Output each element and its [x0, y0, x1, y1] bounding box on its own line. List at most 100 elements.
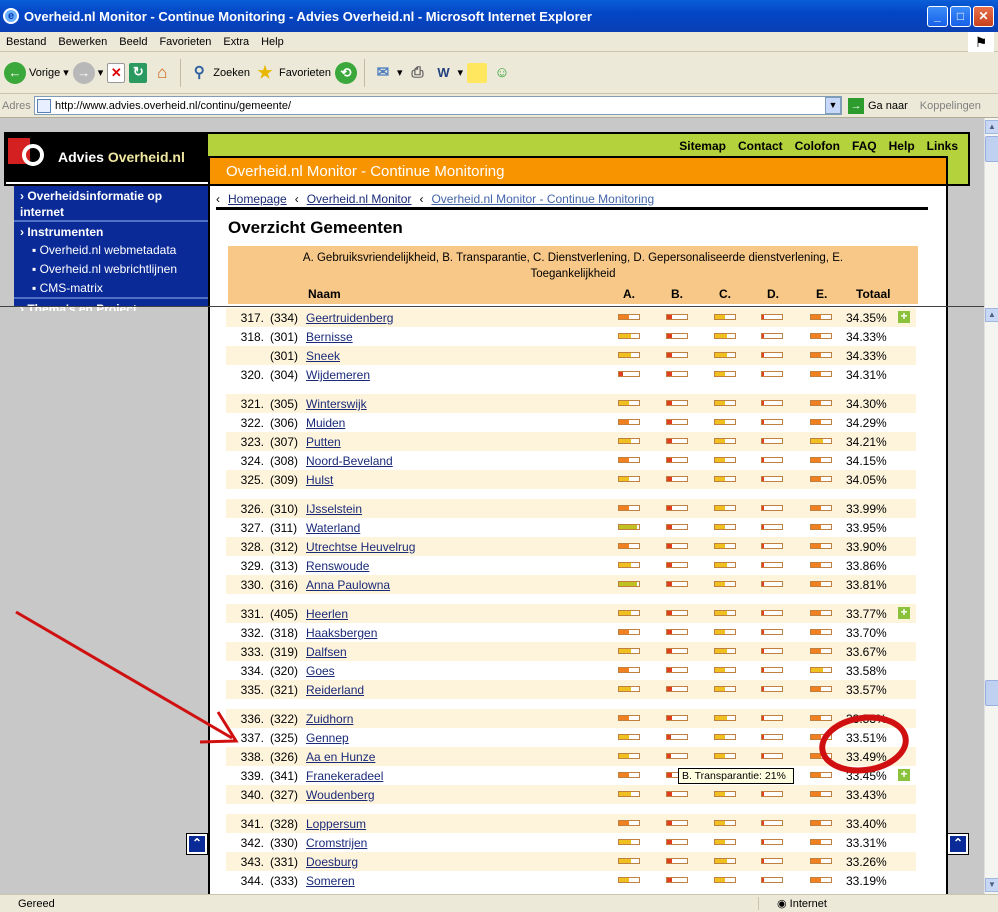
score-bar-e[interactable] — [810, 629, 832, 635]
score-bar-e[interactable] — [810, 333, 832, 339]
score-bar-e[interactable] — [810, 438, 832, 444]
sidebar-item-webrichtlijnen[interactable]: ▪ Overheid.nl webrichtlijnen — [14, 259, 208, 278]
row-municipality-link[interactable]: Someren — [306, 874, 355, 888]
score-bar-a[interactable] — [618, 371, 640, 377]
row-municipality-link[interactable]: Dalfsen — [306, 645, 347, 659]
row-municipality-link[interactable]: Franekeradeel — [306, 769, 383, 783]
score-bar-e[interactable] — [810, 667, 832, 673]
score-bar-b[interactable] — [666, 791, 688, 797]
score-bar-d[interactable] — [761, 648, 783, 654]
scroll-top-right-button[interactable]: ⌃ — [947, 833, 969, 855]
score-bar-b[interactable] — [666, 419, 688, 425]
score-bar-a[interactable] — [618, 581, 640, 587]
score-bar-e[interactable] — [810, 877, 832, 883]
scroll-up-icon[interactable]: ▲ — [985, 308, 998, 322]
history-button[interactable]: ⟲ — [334, 61, 357, 84]
score-bar-c[interactable] — [714, 476, 736, 482]
score-bar-e[interactable] — [810, 314, 832, 320]
scroll-down-icon[interactable]: ▼ — [985, 878, 998, 892]
row-municipality-link[interactable]: Goes — [306, 664, 335, 678]
score-bar-c[interactable] — [714, 877, 736, 883]
link-faq[interactable]: FAQ — [852, 139, 877, 153]
score-bar-b[interactable] — [666, 753, 688, 759]
score-bar-a[interactable] — [618, 476, 640, 482]
score-bar-b[interactable] — [666, 476, 688, 482]
score-bar-c[interactable] — [714, 419, 736, 425]
close-button[interactable]: ✕ — [973, 6, 994, 27]
score-bar-c[interactable] — [714, 438, 736, 444]
refresh-button[interactable]: ↻ — [129, 62, 148, 83]
breadcrumb-monitor[interactable]: Overheid.nl Monitor — [307, 192, 412, 206]
score-bar-c[interactable] — [714, 820, 736, 826]
score-bar-a[interactable] — [618, 820, 640, 826]
score-bar-e[interactable] — [810, 734, 832, 740]
score-bar-b[interactable] — [666, 610, 688, 616]
row-municipality-link[interactable]: Doesburg — [306, 855, 358, 869]
row-municipality-link[interactable]: Woudenberg — [306, 788, 375, 802]
score-bar-a[interactable] — [618, 772, 640, 778]
score-bar-d[interactable] — [761, 839, 783, 845]
expand-plus-icon[interactable]: + — [898, 768, 910, 781]
notes-button[interactable] — [467, 62, 488, 83]
row-municipality-link[interactable]: Zuidhorn — [306, 712, 353, 726]
score-bar-d[interactable] — [761, 371, 783, 377]
score-bar-a[interactable] — [618, 400, 640, 406]
row-municipality-link[interactable]: Wijdemeren — [306, 368, 370, 382]
row-municipality-link[interactable]: Bernisse — [306, 330, 353, 344]
score-bar-c[interactable] — [714, 629, 736, 635]
score-bar-b[interactable] — [666, 839, 688, 845]
row-municipality-link[interactable]: Sneek — [306, 349, 340, 363]
score-bar-c[interactable] — [714, 734, 736, 740]
row-municipality-link[interactable]: Putten — [306, 435, 341, 449]
mail-button[interactable]: ✉ ▾ — [372, 62, 403, 84]
score-bar-e[interactable] — [810, 772, 832, 778]
row-municipality-link[interactable]: Gennep — [306, 731, 349, 745]
score-bar-d[interactable] — [761, 524, 783, 530]
score-bar-d[interactable] — [761, 791, 783, 797]
expand-plus-icon[interactable]: + — [898, 310, 910, 323]
score-bar-e[interactable] — [810, 457, 832, 463]
score-bar-a[interactable] — [618, 648, 640, 654]
score-bar-c[interactable] — [714, 371, 736, 377]
score-bar-e[interactable] — [810, 419, 832, 425]
score-bar-a[interactable] — [618, 333, 640, 339]
score-bar-c[interactable] — [714, 562, 736, 568]
score-bar-d[interactable] — [761, 476, 783, 482]
score-bar-b[interactable] — [666, 667, 688, 673]
score-bar-d[interactable] — [761, 877, 783, 883]
score-bar-b[interactable] — [666, 562, 688, 568]
score-bar-e[interactable] — [810, 820, 832, 826]
score-bar-b[interactable] — [666, 505, 688, 511]
score-bar-b[interactable] — [666, 629, 688, 635]
row-municipality-link[interactable]: Waterland — [306, 521, 360, 535]
score-bar-e[interactable] — [810, 648, 832, 654]
sidebar-item-webmetadata[interactable]: ▪ Overheid.nl webmetadata — [14, 240, 208, 259]
score-bar-c[interactable] — [714, 610, 736, 616]
score-bar-e[interactable] — [810, 715, 832, 721]
score-bar-a[interactable] — [618, 715, 640, 721]
score-bar-d[interactable] — [761, 419, 783, 425]
score-bar-e[interactable] — [810, 686, 832, 692]
score-bar-d[interactable] — [761, 715, 783, 721]
expand-plus-icon[interactable]: + — [898, 606, 910, 619]
score-bar-c[interactable] — [714, 333, 736, 339]
menu-favorieten[interactable]: Favorieten — [153, 36, 217, 48]
score-bar-a[interactable] — [618, 419, 640, 425]
score-bar-c[interactable] — [714, 648, 736, 654]
score-bar-c[interactable] — [714, 858, 736, 864]
score-bar-b[interactable] — [666, 820, 688, 826]
score-bar-c[interactable] — [714, 791, 736, 797]
row-municipality-link[interactable]: Reiderland — [306, 683, 364, 697]
breadcrumb-homepage[interactable]: Homepage — [228, 192, 287, 206]
maximize-button[interactable]: □ — [950, 6, 971, 27]
score-bar-d[interactable] — [761, 314, 783, 320]
score-bar-b[interactable] — [666, 648, 688, 654]
score-bar-a[interactable] — [618, 839, 640, 845]
address-dropdown[interactable]: ▼ — [825, 97, 841, 114]
row-municipality-link[interactable]: Winterswijk — [306, 397, 367, 411]
score-bar-a[interactable] — [618, 667, 640, 673]
score-bar-d[interactable] — [761, 352, 783, 358]
stop-button[interactable]: ✕ — [107, 62, 126, 83]
score-bar-d[interactable] — [761, 562, 783, 568]
score-bar-e[interactable] — [810, 562, 832, 568]
